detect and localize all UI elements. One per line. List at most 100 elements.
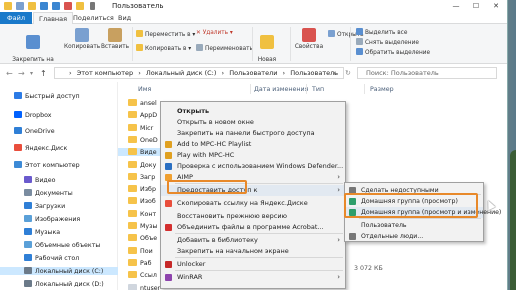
undo-icon[interactable] xyxy=(40,2,48,10)
column-divider[interactable] xyxy=(306,84,307,94)
up-arrow-icon[interactable]: ↑ xyxy=(40,69,47,78)
copy-to-button[interactable]: Копировать в ▾ xyxy=(136,44,191,53)
context-menu-item[interactable]: Закрепить на начальном экране xyxy=(161,246,345,257)
list-item[interactable]: Micr xyxy=(128,123,153,132)
select-none-button[interactable]: Снять выделение xyxy=(356,38,419,47)
address-row: ← → ▾ ↑ › Этот компьютер › Локальный дис… xyxy=(0,64,507,82)
context-menu-item[interactable]: Add to MPC-HC Playlist xyxy=(161,139,345,150)
context-menu-item[interactable]: Открыть xyxy=(161,106,345,117)
context-menu-item[interactable]: Скопировать ссылку на Яндекс.Диске xyxy=(161,198,345,209)
invert-selection-button[interactable]: Обратить выделение xyxy=(356,48,430,57)
folder-icon xyxy=(128,135,137,143)
new-folder-icon[interactable] xyxy=(28,2,36,10)
maximize-button[interactable]: ☐ xyxy=(466,1,486,11)
column-divider[interactable] xyxy=(364,84,365,94)
list-item[interactable]: Изоб xyxy=(128,197,156,205)
recent-dropdown-icon[interactable]: ▾ xyxy=(30,70,33,77)
copy-label: Копировать xyxy=(64,44,101,50)
breadcrumb-users[interactable]: Пользователи xyxy=(229,69,277,77)
invert-selection-icon xyxy=(356,48,363,55)
nav-item[interactable]: OneDrive xyxy=(14,127,55,135)
refresh-icon[interactable]: ↻ xyxy=(345,69,351,77)
nav-item[interactable]: Локальный диск (C:) xyxy=(0,267,118,275)
column-type[interactable]: Тип xyxy=(312,86,324,93)
submenu-item[interactable]: Отдельные люди... xyxy=(345,231,483,242)
list-item[interactable]: Музы xyxy=(128,222,157,230)
paste-button[interactable]: Вставить xyxy=(100,28,130,51)
select-all-button[interactable]: Выделить все xyxy=(356,28,407,37)
context-menu-item[interactable]: WinRAR › xyxy=(161,272,345,283)
list-item[interactable]: Пои xyxy=(128,246,153,255)
menu-item-icon xyxy=(165,141,172,148)
context-menu-item[interactable]: Открыть в новом окне xyxy=(161,117,345,128)
tab-view[interactable]: Вид xyxy=(113,12,136,24)
list-item[interactable]: Виде xyxy=(118,148,160,157)
move-to-icon xyxy=(136,30,143,37)
context-menu-item[interactable]: Unlocker xyxy=(161,259,345,270)
column-date[interactable]: Дата изменения xyxy=(254,86,308,93)
breadcrumb-sep: › xyxy=(138,69,141,77)
list-item[interactable]: ansel xyxy=(128,99,157,107)
list-item[interactable]: Конт xyxy=(128,209,156,218)
address-dropdown-icon[interactable]: ▾ xyxy=(333,70,336,77)
context-menu-item[interactable]: Play with MPC-HC xyxy=(161,150,345,161)
menu-item-icon xyxy=(165,274,172,281)
list-item[interactable]: Объе xyxy=(128,234,157,242)
back-arrow-icon[interactable]: ← xyxy=(6,69,13,78)
tab-file[interactable]: Файл xyxy=(0,12,32,24)
nav-item[interactable]: Музыка xyxy=(24,228,60,236)
list-item[interactable]: AppD xyxy=(128,111,157,119)
qat-dropdown-icon[interactable] xyxy=(90,2,95,10)
list-item[interactable]: Раб xyxy=(128,258,152,267)
chevron-right-icon: › xyxy=(337,273,340,281)
list-item[interactable]: Доку xyxy=(128,160,156,169)
list-item[interactable]: Избр xyxy=(128,185,156,193)
list-item[interactable]: Загр xyxy=(128,172,155,181)
nav-item[interactable]: Объемные объекты xyxy=(24,241,100,249)
nav-item[interactable]: Локальный диск (D:) xyxy=(24,280,104,288)
nav-item[interactable]: Яндекс.Диск xyxy=(14,144,67,152)
list-item[interactable]: OneD xyxy=(128,135,158,144)
nav-item[interactable]: Быстрый доступ xyxy=(14,92,80,100)
nav-item[interactable]: Видео xyxy=(24,176,56,184)
context-menu-item[interactable]: Проверка с использованием Windows Defend… xyxy=(161,161,345,172)
redo-icon[interactable] xyxy=(52,2,60,10)
properties-icon[interactable] xyxy=(16,2,24,10)
folder-icon xyxy=(128,234,137,242)
copy-button[interactable]: Копировать xyxy=(64,28,100,51)
delete-quick-icon[interactable] xyxy=(64,2,72,10)
search-input[interactable]: Поиск: Пользователь xyxy=(357,67,497,79)
nav-item-icon xyxy=(14,144,22,151)
column-name[interactable]: Имя xyxy=(138,86,151,93)
nav-item[interactable]: Документы xyxy=(24,189,73,197)
rename-button[interactable]: Переименовать xyxy=(196,44,253,53)
tab-share[interactable]: Поделиться xyxy=(68,12,119,24)
breadcrumb-user[interactable]: Пользователь xyxy=(290,69,338,77)
breadcrumb-this-pc[interactable]: Этот компьютер xyxy=(77,69,133,77)
folder-icon xyxy=(128,99,137,106)
context-menu-item[interactable]: Восстановить прежнюю версию xyxy=(161,211,345,222)
list-item[interactable]: ntuser xyxy=(128,283,160,290)
context-menu-item[interactable]: Закрепить на панели быстрого доступа xyxy=(161,128,345,139)
minimize-button[interactable]: — xyxy=(446,1,466,11)
delete-button[interactable]: ✕ Удалить ▾ xyxy=(196,30,233,37)
properties-button[interactable]: Свойства xyxy=(294,28,324,51)
forward-arrow-icon[interactable]: → xyxy=(18,69,25,78)
column-size[interactable]: Размер xyxy=(370,86,394,93)
list-item[interactable]: Ссыл xyxy=(128,271,157,279)
submenu-item[interactable]: Пользователь xyxy=(345,220,483,231)
nav-item[interactable]: Изображения xyxy=(24,215,80,223)
move-to-button[interactable]: Переместить в ▾ xyxy=(136,30,195,39)
close-button[interactable]: ✕ xyxy=(486,1,506,11)
column-divider[interactable] xyxy=(250,84,251,94)
address-bar[interactable]: › Этот компьютер › Локальный диск (C:) ›… xyxy=(54,67,344,79)
breadcrumb-local-disk[interactable]: Локальный диск (C:) xyxy=(146,69,217,77)
nav-item[interactable]: Загрузки xyxy=(24,202,65,210)
chevron-right-icon: › xyxy=(337,186,340,194)
breadcrumb-sep: › xyxy=(282,69,286,77)
nav-item[interactable]: Этот компьютер xyxy=(14,161,80,169)
nav-item[interactable]: Рабочий стол xyxy=(24,254,79,262)
context-menu-item[interactable]: Добавить в библиотеку › xyxy=(161,235,345,246)
nav-item[interactable]: Dropbox xyxy=(14,111,52,119)
context-menu-item[interactable]: Объединить файлы в программе Acrobat... xyxy=(161,222,345,233)
